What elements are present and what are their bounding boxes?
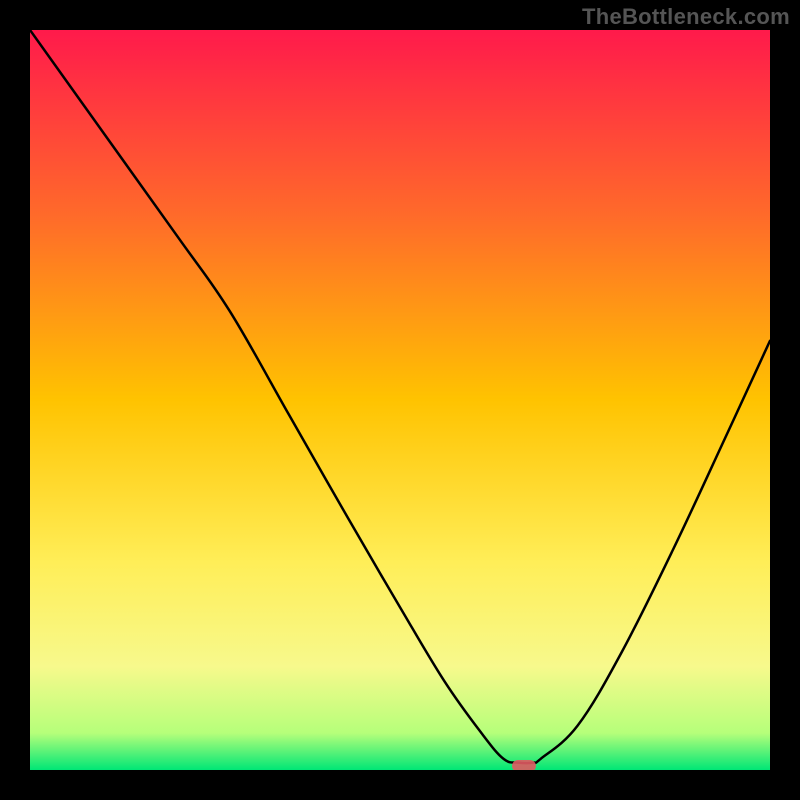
gradient-background [30, 30, 770, 770]
plot-area [30, 30, 770, 770]
chart-frame: TheBottleneck.com [0, 0, 800, 800]
watermark-text: TheBottleneck.com [582, 4, 790, 30]
optimum-marker [512, 760, 536, 770]
chart-svg [30, 30, 770, 770]
